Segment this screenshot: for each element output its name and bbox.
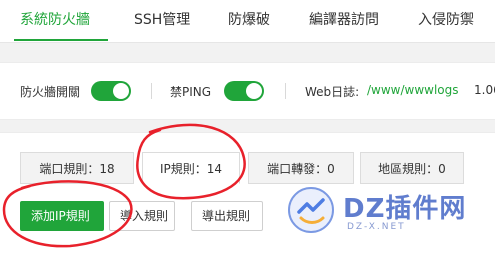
firewall-toggle[interactable]: [91, 81, 131, 101]
toggle-knob: [113, 83, 129, 99]
firewall-switch-label: 防火牆開關: [20, 85, 81, 99]
export-rules-button[interactable]: 導出規則: [191, 201, 263, 231]
tab-system-firewall[interactable]: 系統防火牆: [20, 0, 90, 40]
ping-label: 禁PING: [170, 85, 212, 99]
weblog-label: Web日誌:: [305, 85, 360, 99]
firewall-settings-bar: 防火牆開關 禁PING Web日誌: /www/wwwlogs 1.06: [0, 62, 495, 120]
watermark-subtext: DZ-X.NET: [347, 222, 406, 232]
tab-anti-brute-force[interactable]: 防爆破: [228, 0, 270, 40]
divider: [151, 83, 152, 99]
active-tab-underline: [14, 39, 108, 41]
subtab-ip-rules[interactable]: IP規則：14: [142, 152, 240, 184]
add-ip-rule-button[interactable]: 添加IP規則: [20, 201, 104, 231]
tab-intrusion-prevention[interactable]: 入侵防禦: [418, 0, 474, 40]
top-navigation: 系統防火牆 SSH管理 防爆破 編譯器訪問 入侵防禦: [0, 0, 495, 43]
weblog-path-link[interactable]: /www/wwwlogs: [367, 83, 459, 97]
tab-compiler-access[interactable]: 編譯器訪問: [309, 0, 379, 40]
watermark-text: DZ插件网: [343, 194, 467, 224]
subtab-port-rules[interactable]: 端口規則：18: [20, 152, 134, 184]
import-rules-button[interactable]: 導入規則: [109, 201, 175, 231]
tab-ssh-management[interactable]: SSH管理: [134, 0, 190, 40]
weblog-size: 1.06: [474, 83, 495, 97]
toggle-knob: [246, 83, 262, 99]
divider: [285, 83, 286, 99]
ping-toggle[interactable]: [224, 81, 264, 101]
dz-watermark: DZ插件网 DZ-X.NET: [285, 180, 490, 240]
